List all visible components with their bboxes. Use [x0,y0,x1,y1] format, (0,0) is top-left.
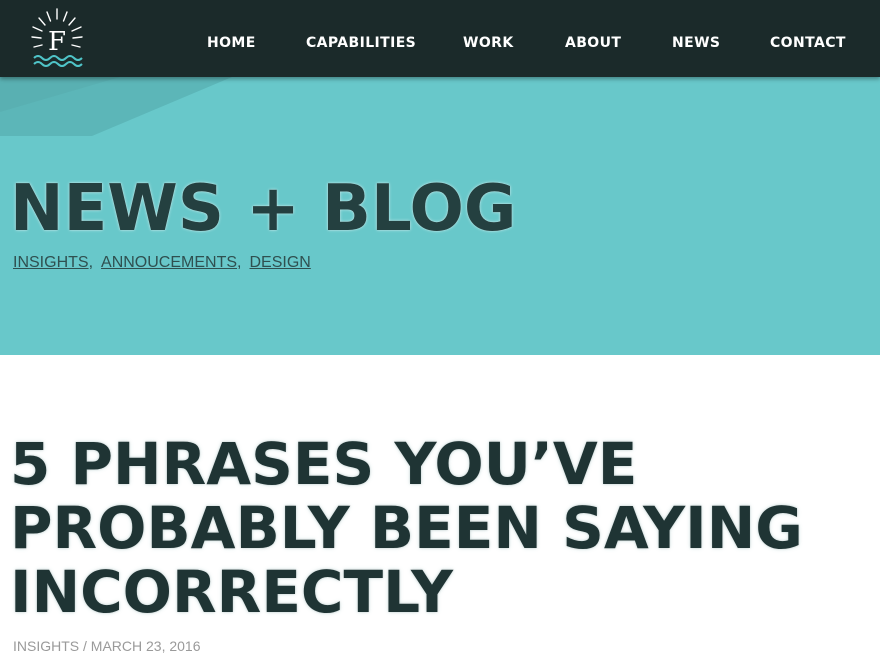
category-separator: , [237,254,242,271]
post-title[interactable]: 5 PHRASES YOU’VE PROBABLY BEEN SAYING IN… [10,432,870,624]
category-link-insights[interactable]: INSIGHTS [13,254,89,271]
nav-home[interactable]: HOME [207,34,256,52]
category-links: INSIGHTS, ANNOUCEMENTS, DESIGN [13,253,311,273]
nav-about[interactable]: ABOUT [565,34,621,52]
category-link-design[interactable]: DESIGN [249,254,310,271]
category-link-announcements[interactable]: ANNOUCEMENTS [101,254,237,271]
nav-news[interactable]: NEWS [672,34,720,52]
nav-capabilities[interactable]: CAPABILITIES [306,34,416,52]
category-separator: , [88,254,94,271]
page-title: NEWS + BLOG [10,172,517,246]
hero-banner: NEWS + BLOG INSIGHTS, ANNOUCEMENTS, DESIGN [0,77,880,355]
main-nav: HOME CAPABILITIES WORK ABOUT NEWS CONTAC… [0,0,880,77]
post-meta: INSIGHTS / MARCH 23, 2016 [13,638,201,654]
site-header: F HOME CAPABILITIES WORK ABOUT NEWS CONT… [0,0,880,77]
nav-work[interactable]: WORK [463,34,514,52]
nav-contact[interactable]: CONTACT [770,34,846,52]
